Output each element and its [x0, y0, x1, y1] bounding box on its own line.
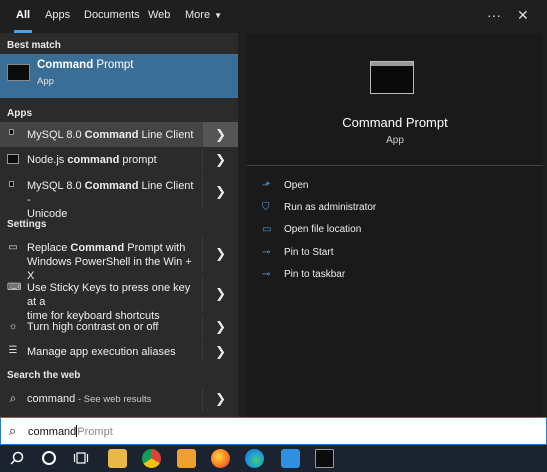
- section-settings: Settings: [7, 219, 47, 230]
- action-open-file-location[interactable]: ▭ Open file location: [262, 224, 361, 235]
- chrome-icon[interactable]: [142, 449, 161, 468]
- section-search-web: Search the web: [7, 370, 81, 381]
- app-label: MySQL 8.0 Command Line Client: [27, 129, 194, 141]
- search-icon: ⌕: [9, 423, 17, 438]
- tab-more[interactable]: More ▼: [185, 0, 222, 33]
- command-prompt-icon: [7, 64, 30, 81]
- action-pin-to-start[interactable]: ⊸ Pin to Start: [262, 247, 333, 258]
- app-label: Node.js command prompt: [27, 154, 157, 166]
- chevron-right-icon[interactable]: ❯: [215, 391, 226, 407]
- divider: [247, 165, 543, 166]
- setting-label: Manage app execution aliases: [27, 346, 176, 358]
- section-apps: Apps: [7, 108, 32, 119]
- firefox-icon[interactable]: [211, 449, 230, 468]
- best-match-title: Command Prompt: [37, 59, 134, 71]
- tab-documents[interactable]: Documents: [84, 0, 140, 33]
- pin-icon: ⊸: [262, 269, 271, 280]
- chevron-right-icon[interactable]: ❯: [215, 184, 226, 200]
- task-view-icon[interactable]: [73, 450, 92, 469]
- chevron-right-icon[interactable]: ❯: [215, 286, 226, 302]
- tab-web[interactable]: Web: [148, 0, 170, 33]
- chevron-right-icon[interactable]: ❯: [215, 246, 226, 262]
- command-prompt-icon[interactable]: [315, 449, 334, 468]
- search-query[interactable]: commandPrompt: [28, 425, 113, 438]
- mysql-icon: [9, 181, 14, 187]
- action-pin-to-taskbar[interactable]: ⊸ Pin to taskbar: [262, 269, 345, 280]
- web-search-result[interactable]: ⌕ command - See web results ❯: [0, 387, 238, 411]
- terminal-icon: [7, 154, 19, 164]
- search-icon: ⌕: [9, 391, 17, 405]
- taskbar: [0, 445, 547, 472]
- search-input[interactable]: ⌕ commandPrompt: [0, 417, 547, 445]
- preview-title: Command Prompt: [342, 115, 448, 130]
- chevron-right-icon[interactable]: ❯: [215, 344, 226, 360]
- action-open[interactable]: ⬏ Open: [262, 180, 308, 191]
- more-options-icon[interactable]: ···: [487, 0, 501, 33]
- open-icon: ⬏: [262, 180, 271, 191]
- action-run-as-administrator[interactable]: ⛉ Run as administrator: [262, 202, 376, 213]
- brightness-icon: ☼: [8, 321, 18, 332]
- setting-high-contrast[interactable]: ☼ Turn high contrast on or off ❯: [0, 316, 238, 338]
- section-best-match: Best match: [7, 40, 61, 51]
- tab-apps[interactable]: Apps: [45, 0, 70, 33]
- edge-icon[interactable]: [245, 449, 264, 468]
- file-explorer-icon[interactable]: [108, 449, 127, 468]
- shield-icon: ⛉: [262, 202, 270, 213]
- app-nodejs-command-prompt[interactable]: Node.js command prompt ❯: [0, 148, 238, 172]
- chevron-right-icon[interactable]: ❯: [215, 152, 226, 168]
- preview-subtitle: App: [386, 135, 404, 146]
- setting-sticky-keys[interactable]: ⌨ Use Sticky Keys to press one key at at…: [0, 276, 238, 322]
- app-mysql-command-line-client[interactable]: MySQL 8.0 Command Line Client ❯: [0, 122, 238, 147]
- search-icon[interactable]: [9, 450, 28, 469]
- filter-tabs: All Apps Documents Web More ▼ ··· ✕: [0, 0, 547, 33]
- chevron-right-icon[interactable]: ❯: [215, 127, 226, 143]
- keyboard-icon: ⌨: [7, 282, 22, 293]
- app-mysql-command-line-client-unicode[interactable]: MySQL 8.0 Command Line Client - Unicode ❯: [0, 174, 238, 220]
- monitor-icon: ▭: [8, 242, 18, 253]
- setting-replace-command-prompt[interactable]: ▭ Replace Command Prompt with Windows Pow…: [0, 236, 238, 282]
- setting-app-execution-aliases[interactable]: ☰ Manage app execution aliases ❯: [0, 340, 238, 362]
- setting-label: Turn high contrast on or off: [27, 321, 159, 333]
- best-match-subtitle: App: [37, 76, 54, 87]
- best-match-command-prompt[interactable]: Command Prompt App: [0, 54, 238, 98]
- folder-icon: ▭: [262, 224, 272, 235]
- chevron-down-icon: ▼: [214, 11, 222, 20]
- chevron-right-icon[interactable]: ❯: [215, 319, 226, 335]
- command-prompt-icon: [370, 61, 414, 94]
- list-icon: ☰: [8, 345, 18, 356]
- cortana-icon[interactable]: [42, 451, 56, 465]
- pin-icon: ⊸: [262, 247, 271, 258]
- close-icon[interactable]: ✕: [517, 0, 529, 33]
- app-icon[interactable]: [281, 449, 300, 468]
- tab-all[interactable]: All: [13, 0, 33, 33]
- app-label: MySQL 8.0 Command Line Client - Unicode: [27, 180, 194, 220]
- preview-pane: Command Prompt App ⬏ Open ⛉ Run as adminis…: [247, 33, 543, 417]
- start-search-panel: All Apps Documents Web More ▼ ··· ✕ Best …: [0, 0, 547, 417]
- mysql-icon: [9, 129, 14, 135]
- results-list: Best match Command Prompt App Apps MySQL…: [0, 33, 238, 417]
- web-search-label: command - See web results: [27, 393, 152, 405]
- app-icon[interactable]: [177, 449, 196, 468]
